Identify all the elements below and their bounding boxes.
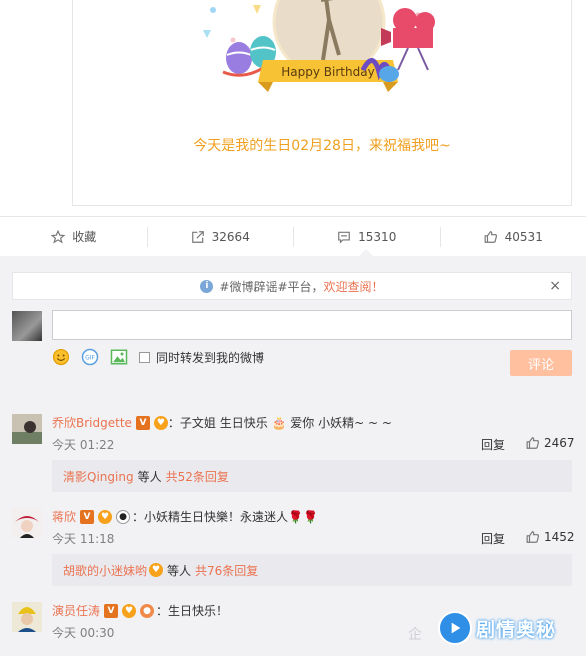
comment-like-count: 1452 [544, 530, 575, 544]
birthday-message: 今天是我的生日02月28日，来祝福我吧~ [193, 138, 451, 154]
share-icon [190, 229, 206, 245]
favorite-button[interactable]: 收藏 [0, 217, 147, 256]
happy-birthday-banner: Happy Birthday [281, 65, 374, 79]
comment-count: 15310 [358, 229, 397, 244]
current-user-avatar [12, 311, 42, 341]
image-icon[interactable] [110, 348, 128, 366]
close-icon[interactable]: × [549, 278, 561, 294]
birthday-card: Happy Birthday 今天是我的生日02月28日，来祝福我吧~ [72, 0, 572, 206]
watermark: 企 剧情奥秘 [408, 600, 586, 656]
sub-reply-user[interactable]: 胡歌的小迷妹哟 [63, 562, 147, 579]
watermark-brand: 剧情奥秘 [476, 618, 557, 641]
heart-badge-icon: ♥ [153, 415, 168, 430]
thumbs-up-icon [483, 229, 499, 245]
comment-time: 今天 11:18 [52, 532, 115, 546]
notice-link[interactable]: 欢迎查阅！ [324, 278, 384, 295]
notice-text: #微博辟谣#平台， [219, 279, 324, 294]
heart-badge-icon: ♥ [149, 563, 164, 577]
emoji-icon[interactable] [52, 348, 70, 366]
watermark-prefix: 企 [408, 627, 422, 643]
avatar[interactable] [12, 602, 42, 632]
submit-comment-button[interactable]: 评论 [510, 350, 572, 376]
comment-username[interactable]: 演员任涛 [52, 602, 100, 619]
verified-badge-icon: V [80, 509, 95, 524]
sub-reply-mid: 等人 [137, 469, 162, 484]
comment-username[interactable]: 蒋欣 [52, 508, 76, 525]
star-icon [50, 229, 66, 245]
heart-badge-icon: ♥ [122, 603, 137, 618]
sub-reply-user[interactable]: 清影Qinging [63, 468, 134, 485]
action-bar: 收藏 32664 15310 40531 [0, 216, 586, 256]
thumbs-up-icon [526, 436, 540, 450]
svg-text:GIF: GIF [85, 355, 95, 362]
comment-button[interactable]: 15310 [293, 217, 440, 256]
reply-button[interactable]: 回复 [481, 436, 505, 453]
comment-icon [336, 229, 352, 245]
thumbs-up-icon [526, 530, 540, 544]
like-count: 40531 [504, 229, 543, 244]
repost-count: 32664 [211, 229, 250, 244]
comment-like-count: 2467 [544, 436, 575, 450]
comment-like-button[interactable]: 1452 [526, 530, 575, 544]
fire-badge-icon: ● [140, 603, 155, 618]
comment-username[interactable]: 乔欣Bridgette [52, 414, 132, 431]
birthday-illustration: Happy Birthday [203, 0, 435, 92]
sub-reply-count[interactable]: 共76条回复 [195, 562, 258, 579]
verified-badge-icon: V [135, 415, 150, 430]
favorite-label: 收藏 [72, 230, 97, 244]
comment-section: i #微博辟谣#平台， 欢迎查阅！ × GIF 同时转发到我的微博 评论 [0, 256, 586, 656]
panda-badge-icon: ● [116, 509, 131, 524]
info-icon: i [200, 279, 214, 293]
sub-reply-mid: 等人 [167, 563, 192, 578]
comment-text: ：小妖精生日快樂！永遠迷人🌹🌹 [132, 510, 318, 524]
repost-checkbox-label: 同时转发到我的微博 [156, 350, 265, 365]
comment-time: 今天 01:22 [52, 438, 115, 452]
reply-button[interactable]: 回复 [481, 530, 505, 547]
sub-replies-bar[interactable]: 清影Qinging 等人 共52条回复 [52, 460, 572, 492]
like-button[interactable]: 40531 [439, 217, 586, 256]
verified-badge-icon: V [104, 603, 119, 618]
sub-reply-count[interactable]: 共52条回复 [166, 468, 229, 485]
rumor-notice-bar: i #微博辟谣#平台， 欢迎查阅！ × [12, 272, 572, 300]
comment-like-button[interactable]: 2467 [526, 436, 575, 450]
sub-replies-bar[interactable]: 胡歌的小迷妹哟 ♥ 等人 共76条回复 [52, 554, 572, 586]
comment-text: ：子文姐 生日快乐 🎂 爱你 小妖精~ ~ ~ [167, 416, 392, 430]
comment-text: ：生日快乐！ [156, 604, 229, 618]
play-logo-icon [438, 611, 472, 645]
avatar[interactable] [12, 414, 42, 444]
repost-checkbox[interactable] [139, 351, 150, 363]
gif-icon[interactable]: GIF [81, 348, 99, 366]
heart-badge-icon: ♥ [98, 509, 113, 524]
avatar[interactable] [12, 508, 42, 538]
repost-button[interactable]: 32664 [146, 217, 294, 256]
composer-toolbar: GIF 同时转发到我的微博 [52, 348, 264, 366]
comment-time: 今天 00:30 [52, 626, 115, 640]
comment-input[interactable] [52, 310, 572, 340]
